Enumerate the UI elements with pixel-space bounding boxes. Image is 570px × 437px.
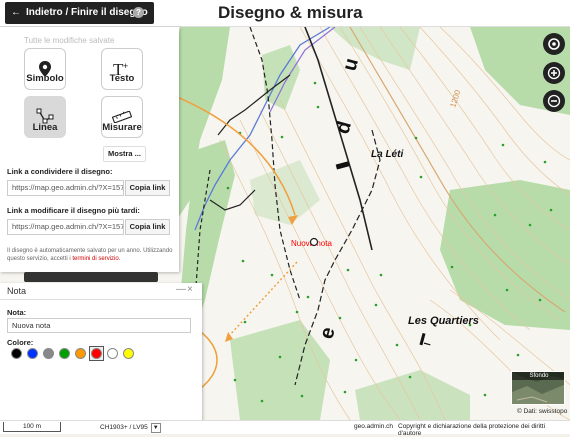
- save-info-text: Il disegno è automaticamente salvato per…: [7, 247, 173, 263]
- panel-strip: [24, 272, 158, 282]
- saved-status: Tutte le modifiche salvate: [24, 36, 115, 45]
- back-button-label: Indietro / Finire il disegno: [26, 7, 148, 18]
- share-link-label: Link a condividere il disegno:: [7, 167, 113, 176]
- edit-link-field[interactable]: https://map.geo.admin.ch/?X=1574: [7, 219, 124, 235]
- background-switch[interactable]: Sfondo: [511, 371, 565, 405]
- copy-edit-link-button[interactable]: Copia link: [125, 219, 170, 235]
- crs-select[interactable]: CH1903+ / LV95 ▼: [100, 422, 161, 433]
- locate-button[interactable]: [543, 33, 565, 55]
- edit-link-label: Link a modificare il disegno più tardi:: [7, 206, 140, 215]
- zoom-in-icon: [547, 66, 561, 80]
- zoom-out-icon: [547, 94, 561, 108]
- close-icon[interactable]: ×: [187, 284, 193, 295]
- color-swatch-gray[interactable]: [43, 348, 54, 359]
- question-circle-icon[interactable]: ?: [133, 7, 144, 18]
- footer: 100 m CH1903+ / LV95 ▼ geo.admin.ch Copy…: [0, 420, 570, 437]
- locate-icon: [548, 38, 560, 50]
- minimize-icon[interactable]: —: [176, 284, 186, 295]
- color-swatch-yellow[interactable]: [123, 348, 134, 359]
- nota-text-field[interactable]: Nuova nota: [7, 318, 191, 333]
- zoom-out-button[interactable]: [543, 90, 565, 112]
- scale-bar: 100 m: [3, 422, 61, 432]
- chevron-down-icon: ▼: [150, 422, 161, 433]
- arrow-left-icon: ←: [11, 7, 21, 18]
- color-swatch-green[interactable]: [59, 348, 70, 359]
- note-panel: Nota — × Nota: Nuova nota Colore:: [0, 283, 202, 424]
- draw-panel: Tutte le modifiche salvate Simbolo T + Te…: [0, 27, 179, 272]
- line-tool-label: Linea: [32, 122, 58, 133]
- data-source-attribution[interactable]: © Dati: swisstopo: [517, 408, 567, 415]
- back-finish-drawing-button[interactable]: ← Indietro / Finire il disegno: [5, 2, 154, 24]
- background-switch-label: Sfondo: [512, 372, 564, 380]
- colore-label: Colore:: [7, 338, 34, 347]
- note-panel-title: Nota: [7, 286, 27, 296]
- color-swatch-black[interactable]: [11, 348, 22, 359]
- text-tool-label: Testo: [109, 73, 135, 84]
- label-la-leti: La Léti: [371, 149, 403, 160]
- note-marker-point[interactable]: [309, 237, 319, 247]
- color-swatch-red[interactable]: [91, 348, 102, 359]
- terms-of-service-link[interactable]: termini di servizio.: [72, 256, 120, 262]
- copy-share-link-button[interactable]: Copia link: [125, 180, 170, 196]
- page-title: Disegno & misura: [218, 3, 363, 22]
- color-swatch-blue[interactable]: [27, 348, 38, 359]
- color-swatch-orange[interactable]: [75, 348, 86, 359]
- zoom-in-button[interactable]: [543, 62, 565, 84]
- domain-link[interactable]: geo.admin.ch: [354, 423, 393, 430]
- nota-label: Nota:: [7, 308, 27, 317]
- symbol-tool-label: Simbolo: [26, 73, 64, 84]
- color-swatch-white[interactable]: [107, 348, 118, 359]
- note-panel-header: Nota — ×: [0, 283, 202, 300]
- copyright-link[interactable]: Copyright e dichiarazione della protezio…: [398, 423, 570, 437]
- crs-label: CH1903+ / LV95: [100, 424, 148, 431]
- share-link-field[interactable]: https://map.geo.admin.ch/?X=1574: [7, 180, 124, 196]
- measure-tool-label: Misurare: [102, 122, 142, 133]
- top-bar: ← Indietro / Finire il disegno ? Disegno…: [0, 0, 570, 27]
- show-more-button[interactable]: Mostra ...: [103, 146, 146, 162]
- label-les-quartiers: Les Quartiers: [408, 315, 479, 327]
- svg-text:+: +: [123, 61, 128, 71]
- note-marker[interactable]: Nuova nota: [291, 237, 332, 249]
